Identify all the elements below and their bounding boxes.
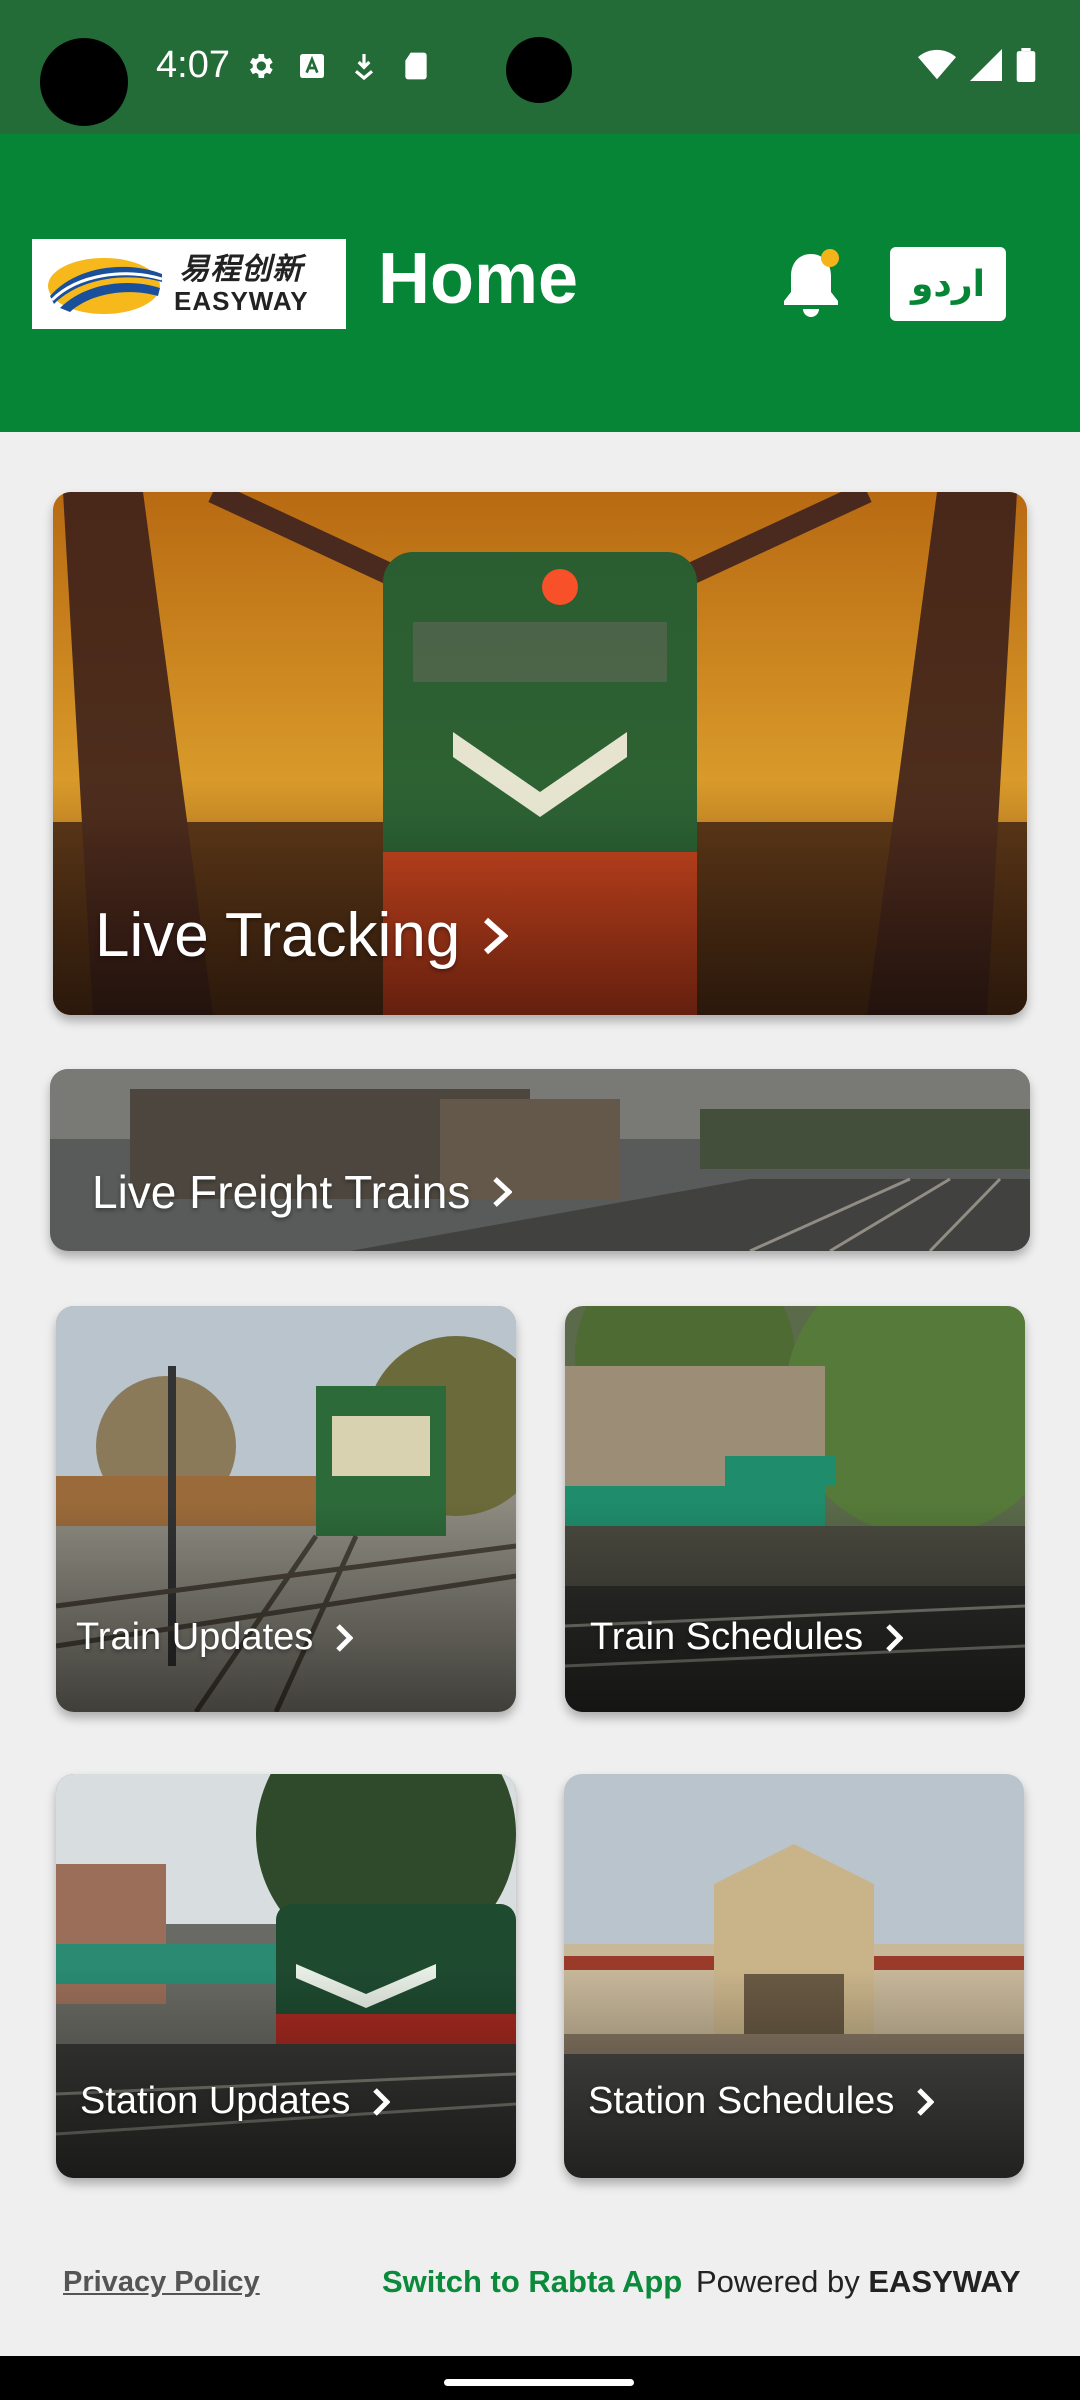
powered-by-label: Powered by [696, 2264, 860, 2299]
front-camera [40, 38, 128, 126]
gear-icon [250, 54, 273, 78]
powered-by-text: Powered by EASYWAY [696, 2264, 1021, 2300]
battery-icon [1016, 48, 1036, 82]
chevron-right-icon [886, 1623, 904, 1652]
logo-english-text: EASYWAY [174, 286, 309, 316]
live-freight-label: Live Freight Trains [92, 1166, 471, 1218]
page-title: Home [378, 239, 579, 319]
train-updates-label: Train Updates [76, 1616, 314, 1658]
train-schedules-label: Train Schedules [590, 1616, 864, 1658]
logo-mark-icon [48, 258, 163, 314]
download-icon [354, 54, 374, 81]
station-schedules-label: Station Schedules [588, 2080, 895, 2122]
live-tracking-card[interactable]: Live Tracking [53, 492, 1027, 1015]
live-tracking-label: Live Tracking [95, 901, 461, 970]
signal-icon [970, 49, 1002, 81]
chevron-right-icon [484, 917, 509, 954]
language-button[interactable]: اردو [890, 247, 1006, 321]
wifi-icon [918, 49, 956, 80]
station-updates-label: Station Updates [80, 2080, 351, 2122]
chevron-right-icon [493, 1177, 513, 1207]
font-a-icon [300, 54, 324, 78]
station-updates-card[interactable]: Station Updates [56, 1774, 516, 2178]
bell-icon[interactable] [776, 246, 846, 322]
train-updates-card[interactable]: Train Updates [56, 1306, 516, 1712]
status-bar: 4:07 [0, 0, 1080, 134]
privacy-policy-link[interactable]: Privacy Policy [63, 2266, 260, 2299]
home-gesture-handle[interactable] [444, 2379, 634, 2386]
app-bar: 易程创新 EASYWAY Home اردو [0, 134, 1080, 432]
chevron-right-icon [373, 2087, 391, 2116]
navigation-bar [0, 2356, 1080, 2400]
station-schedules-card[interactable]: Station Schedules [564, 1774, 1024, 2178]
chevron-right-icon [917, 2087, 935, 2116]
powered-by-brand: EASYWAY [868, 2264, 1021, 2299]
logo-chinese-text: 易程创新 [179, 252, 304, 287]
live-freight-image [50, 1069, 1030, 1251]
front-camera-2 [506, 37, 572, 103]
sd-card-icon [405, 52, 427, 80]
chevron-right-icon [336, 1623, 354, 1652]
train-schedules-card[interactable]: Train Schedules [565, 1306, 1025, 1712]
switch-to-rabta-link[interactable]: Switch to Rabta App [382, 2264, 682, 2300]
footer: Privacy Policy Switch to Rabta App Power… [0, 2236, 1080, 2332]
easyway-logo: 易程创新 EASYWAY [32, 239, 346, 329]
status-time: 4:07 [156, 44, 230, 86]
live-freight-card[interactable]: Live Freight Trains [50, 1069, 1030, 1251]
